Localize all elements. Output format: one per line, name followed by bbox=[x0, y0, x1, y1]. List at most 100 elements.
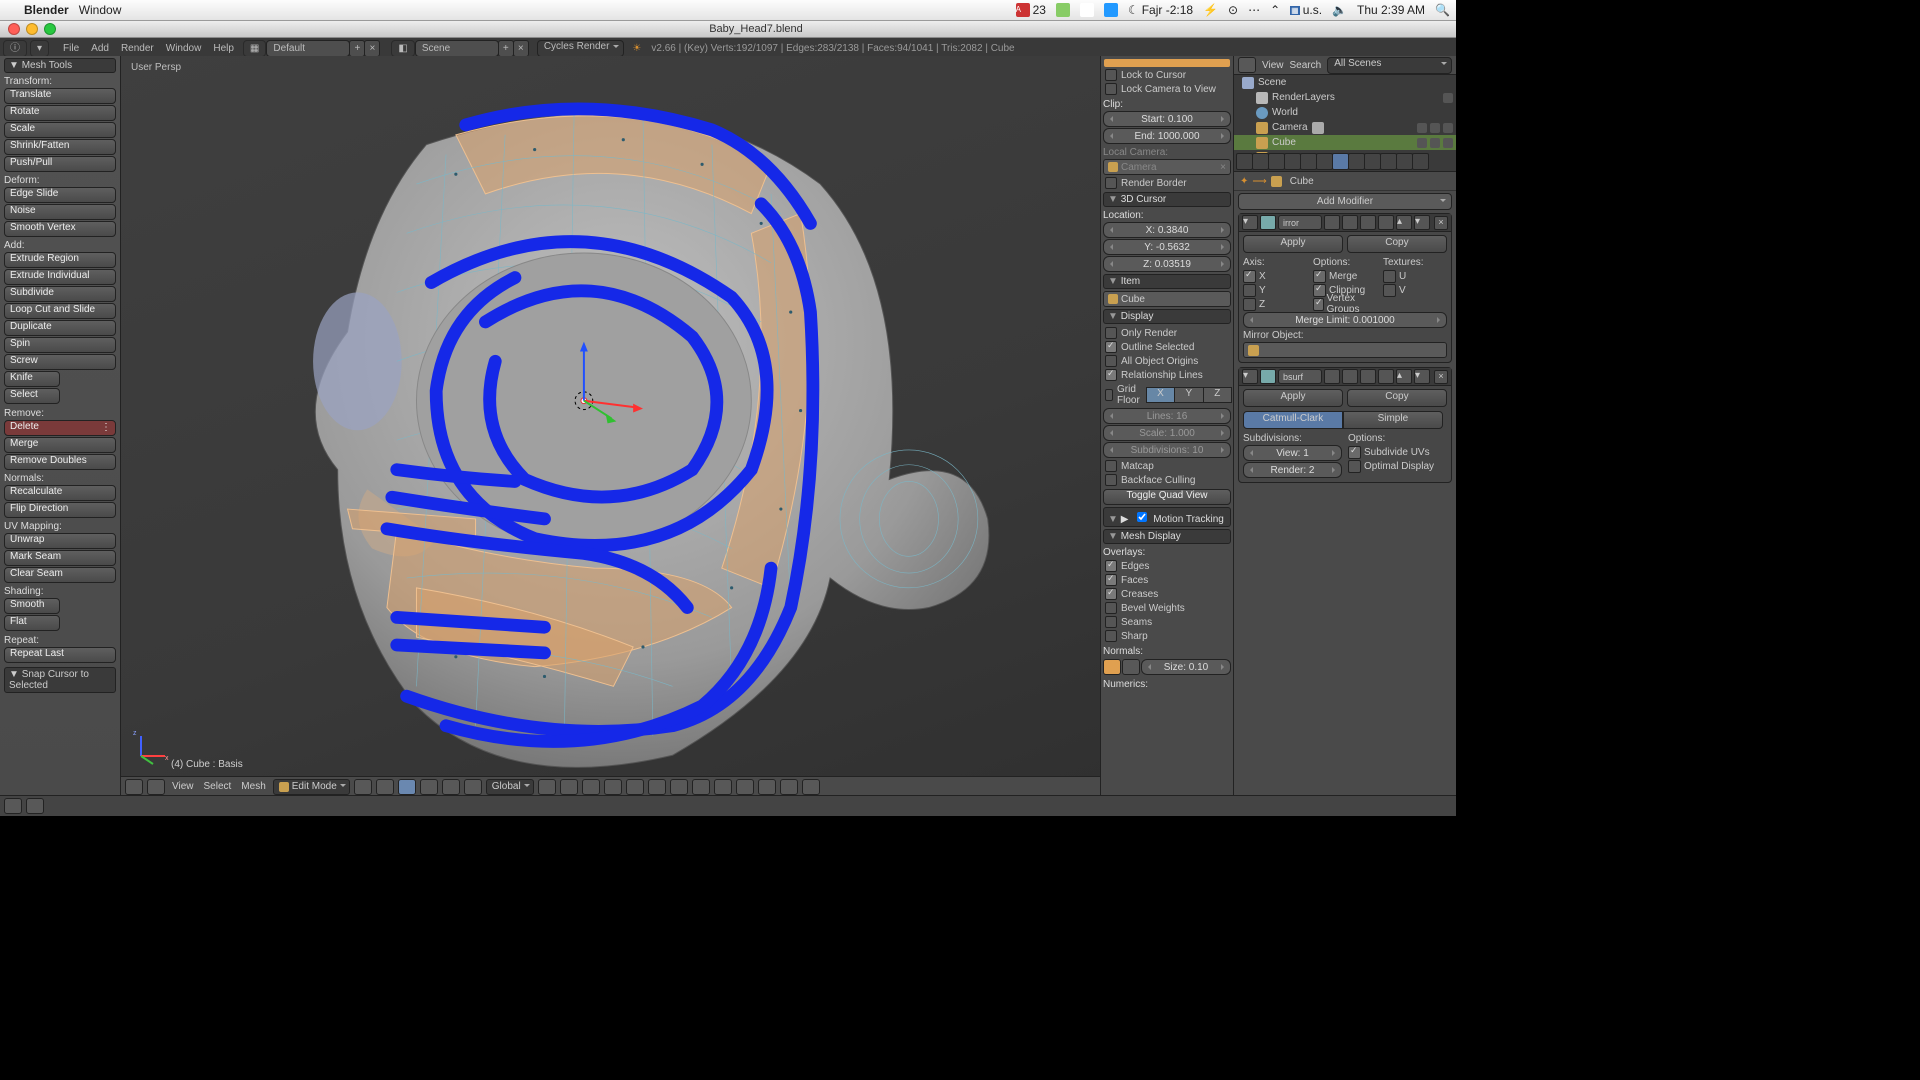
subsurf-catmull-toggle[interactable]: Catmull-Clark bbox=[1243, 411, 1343, 429]
subsurf-modifier-name-field[interactable]: bsurf bbox=[1278, 369, 1322, 384]
app-menu[interactable]: Blender bbox=[24, 3, 69, 17]
lock-to-cursor-checkbox[interactable]: Lock to Cursor bbox=[1103, 68, 1231, 82]
orientation-dropdown[interactable]: Global bbox=[486, 779, 534, 795]
smooth-button[interactable]: Smooth bbox=[4, 598, 60, 614]
scene-browse-icon[interactable]: ◧ bbox=[391, 40, 414, 57]
display-panel-header[interactable]: Display bbox=[1103, 309, 1231, 324]
mirror-cage-toggle-icon[interactable] bbox=[1378, 215, 1394, 230]
sound-tray-icon[interactable]: ⊙ bbox=[1228, 3, 1238, 17]
select-faces-icon[interactable] bbox=[442, 779, 460, 795]
mirror-delete-button[interactable]: × bbox=[1434, 216, 1448, 230]
smooth-vertex-button[interactable]: Smooth Vertex bbox=[4, 221, 116, 237]
prayer-tray-icon[interactable]: ☾Fajr -2:18 bbox=[1128, 3, 1193, 17]
outliner[interactable]: Scene RenderLayers World Camera Cube Lam… bbox=[1234, 75, 1456, 153]
snap-toggle-icon[interactable] bbox=[670, 779, 688, 795]
window-close-button[interactable] bbox=[8, 23, 20, 35]
select-edges-icon[interactable] bbox=[420, 779, 438, 795]
outliner-scene-row[interactable]: Scene bbox=[1234, 75, 1456, 90]
subsurf-subdivide-uvs-checkbox[interactable]: Subdivide UVs bbox=[1348, 445, 1447, 459]
mirror-modifier-name-field[interactable]: irror bbox=[1278, 215, 1322, 230]
timeline-editor-icon[interactable] bbox=[4, 798, 22, 814]
matcap-checkbox[interactable]: Matcap bbox=[1103, 459, 1231, 473]
creases-overlay-checkbox[interactable]: Creases bbox=[1103, 587, 1231, 601]
toggle-quad-view-button[interactable]: Toggle Quad View bbox=[1103, 489, 1231, 505]
render-border-checkbox[interactable]: Render Border bbox=[1103, 176, 1231, 190]
limit-selection-icon[interactable] bbox=[464, 779, 482, 795]
adobe-tray-icon[interactable]: A23 bbox=[1016, 3, 1046, 17]
outliner-cube-row[interactable]: Cube bbox=[1234, 135, 1456, 150]
skype-tray-icon[interactable] bbox=[1104, 3, 1118, 17]
view-menu[interactable]: View bbox=[172, 781, 194, 792]
outliner-editor-icon[interactable] bbox=[1238, 57, 1256, 73]
select-verts-icon[interactable] bbox=[398, 779, 416, 795]
add-scene-button[interactable]: + bbox=[498, 40, 514, 57]
face-normals-toggle-icon[interactable] bbox=[1122, 659, 1140, 675]
item-name-field[interactable]: Cube bbox=[1103, 291, 1231, 307]
snap-element-icon[interactable] bbox=[692, 779, 710, 795]
seams-overlay-checkbox[interactable]: Seams bbox=[1103, 615, 1231, 629]
subsurf-optimal-display-checkbox[interactable]: Optimal Display bbox=[1348, 459, 1447, 473]
only-render-checkbox[interactable]: Only Render bbox=[1103, 326, 1231, 340]
mirror-copy-button[interactable]: Copy bbox=[1347, 235, 1447, 253]
subsurf-cage-toggle-icon[interactable] bbox=[1378, 369, 1394, 384]
outliner-camera-row[interactable]: Camera bbox=[1234, 120, 1456, 135]
tab-modifiers[interactable] bbox=[1332, 153, 1349, 170]
extrude-individual-button[interactable]: Extrude Individual bbox=[4, 269, 116, 285]
grid-axis-x-toggle[interactable]: X bbox=[1146, 387, 1175, 403]
prop-edit-falloff-icon[interactable] bbox=[758, 779, 776, 795]
mirror-move-down-icon[interactable]: ▾ bbox=[1414, 215, 1430, 230]
editor-type-icon[interactable]: ⓘ bbox=[3, 40, 27, 57]
subsurf-delete-button[interactable]: × bbox=[1434, 370, 1448, 384]
clip-start-field[interactable]: Start: 0.100 bbox=[1103, 111, 1231, 127]
manipulator-translate-icon[interactable] bbox=[560, 779, 578, 795]
window-menu[interactable]: Window bbox=[79, 3, 122, 17]
mirror-object-field[interactable] bbox=[1243, 342, 1447, 358]
app1-tray-icon[interactable] bbox=[1056, 3, 1070, 17]
mirror-move-up-icon[interactable]: ▴ bbox=[1396, 215, 1412, 230]
tab-scene[interactable] bbox=[1268, 153, 1285, 170]
window-menu-blender[interactable]: Window bbox=[166, 43, 202, 54]
opengl-render-anim-icon[interactable] bbox=[802, 779, 820, 795]
subsurf-editmode-toggle-icon[interactable] bbox=[1360, 369, 1376, 384]
grid-subdivisions-field[interactable]: Subdivisions: 10 bbox=[1103, 442, 1231, 458]
outliner-search-menu[interactable]: Search bbox=[1290, 60, 1322, 71]
mirror-merge-limit-field[interactable]: Merge Limit: 0.001000 bbox=[1243, 312, 1447, 328]
select-button[interactable]: Select bbox=[4, 388, 60, 404]
header-collapse-icon[interactable] bbox=[147, 779, 165, 795]
snap-cursor-panel-header[interactable]: ▼ Snap Cursor to Selected bbox=[4, 667, 116, 693]
repeat-last-button[interactable]: Repeat Last bbox=[4, 647, 116, 663]
volume-tray-icon[interactable]: 🔈 bbox=[1332, 3, 1347, 17]
tab-particles[interactable] bbox=[1396, 153, 1413, 170]
mirror-apply-button[interactable]: Apply bbox=[1243, 235, 1343, 253]
manipulator-rotate-icon[interactable] bbox=[582, 779, 600, 795]
render-engine-dropdown[interactable]: Cycles Render bbox=[537, 40, 625, 57]
outliner-filter-dropdown[interactable]: All Scenes bbox=[1327, 57, 1452, 74]
app2-tray-icon[interactable] bbox=[1080, 3, 1094, 17]
subsurf-render-toggle-icon[interactable] bbox=[1324, 369, 1340, 384]
mirror-merge-checkbox[interactable]: Merge bbox=[1313, 269, 1377, 283]
mirror-render-toggle-icon[interactable] bbox=[1324, 215, 1340, 230]
clip-end-field[interactable]: End: 1000.000 bbox=[1103, 128, 1231, 144]
motion-tracking-panel-header[interactable]: ▶ Motion Tracking bbox=[1103, 507, 1231, 527]
normals-size-field[interactable]: Size: 0.10 bbox=[1141, 659, 1231, 675]
mesh-display-panel-header[interactable]: Mesh Display bbox=[1103, 529, 1231, 544]
grid-floor-checkbox[interactable]: Grid Floor bbox=[1103, 383, 1146, 407]
knife-button[interactable]: Knife bbox=[4, 371, 60, 387]
subsurf-render-field[interactable]: Render: 2 bbox=[1243, 462, 1342, 478]
menu-collapse-icon[interactable]: ▾ bbox=[30, 40, 49, 57]
file-menu[interactable]: File bbox=[63, 43, 79, 54]
layers-1-icon[interactable] bbox=[626, 779, 644, 795]
flip-direction-button[interactable]: Flip Direction bbox=[4, 502, 116, 518]
faces-overlay-checkbox[interactable]: Faces bbox=[1103, 573, 1231, 587]
grid-axis-z-toggle[interactable]: Z bbox=[1203, 387, 1232, 403]
opengl-render-icon[interactable] bbox=[780, 779, 798, 795]
lock-camera-to-view-checkbox[interactable]: Lock Camera to View bbox=[1103, 82, 1231, 96]
clear-seam-button[interactable]: Clear Seam bbox=[4, 567, 116, 583]
manipulator-toggle-icon[interactable] bbox=[538, 779, 556, 795]
pivot-icon[interactable] bbox=[376, 779, 394, 795]
extrude-region-button[interactable]: Extrude Region bbox=[4, 252, 116, 268]
tab-object[interactable] bbox=[1300, 153, 1317, 170]
merge-button[interactable]: Merge bbox=[4, 437, 116, 453]
duplicate-button[interactable]: Duplicate bbox=[4, 320, 116, 336]
subsurf-move-down-icon[interactable]: ▾ bbox=[1414, 369, 1430, 384]
